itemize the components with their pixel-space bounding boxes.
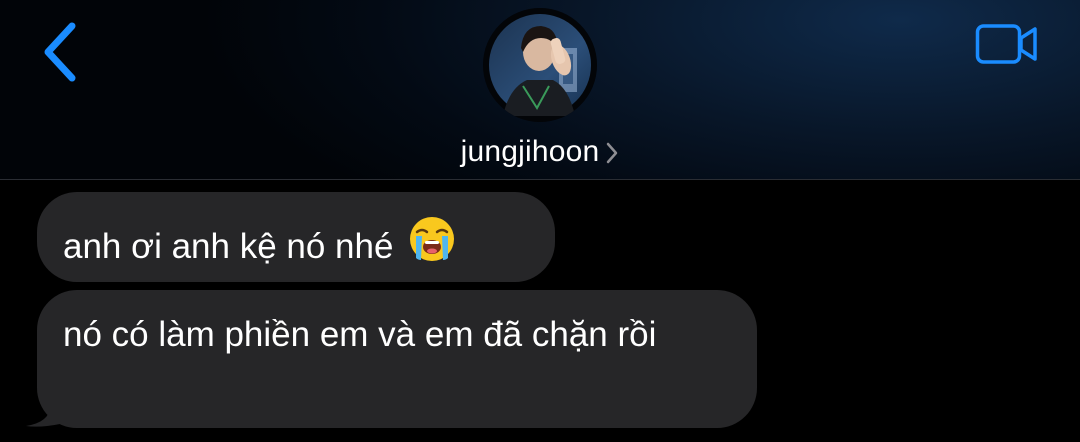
chevron-left-icon [44,22,76,82]
loudly-crying-face-icon [410,217,455,261]
video-call-button[interactable] [968,16,1046,72]
avatar-photo [483,8,597,122]
bubble-tail [26,392,60,427]
contact-name: jungjihoon [460,135,600,168]
conversation-header: jungjihoon [0,0,1080,180]
chevron-right-icon [607,142,618,164]
contact-name-button[interactable]: jungjihoon [0,132,1080,172]
chat-screen: jungjihoon anh ơi anh kệ nó nhé nó có là… [0,0,1080,442]
message-text: nó có làm phiền em và em đã chặn rồi [63,315,657,354]
message-bubble[interactable]: nó có làm phiền em và em đã chặn rồi [37,290,757,428]
message-bubble[interactable]: anh ơi anh kệ nó nhé [37,192,555,282]
message-text: anh ơi anh kệ nó nhé [63,227,394,266]
back-button[interactable] [30,16,90,88]
contact-avatar[interactable] [483,8,597,122]
video-camera-icon [975,24,1037,64]
